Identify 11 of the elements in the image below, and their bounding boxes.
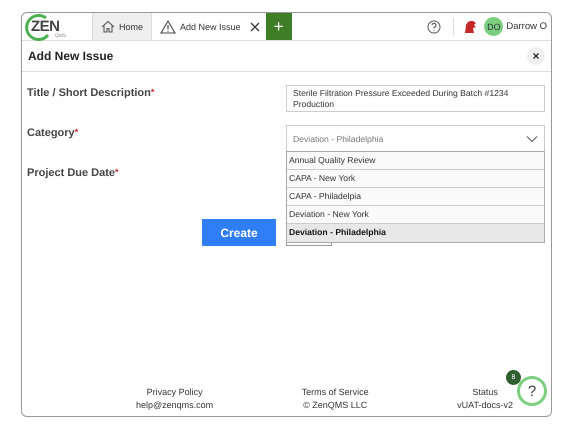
- field-label: Title / Short Description: [27, 87, 151, 99]
- footer-text: vUAT-docs-v2: [457, 400, 513, 410]
- required-marker: *: [115, 167, 119, 177]
- field-label: Category: [27, 127, 75, 139]
- logo-text: ZEN: [31, 19, 60, 34]
- field-label: Project Due Date: [27, 167, 116, 179]
- required-marker: *: [74, 127, 78, 137]
- required-marker: *: [150, 87, 154, 97]
- dialog-title: Add New Issue: [28, 49, 114, 63]
- footer-text: help@zenqms.com: [136, 400, 214, 410]
- footer-text: © ZenQMS LLC: [303, 400, 368, 410]
